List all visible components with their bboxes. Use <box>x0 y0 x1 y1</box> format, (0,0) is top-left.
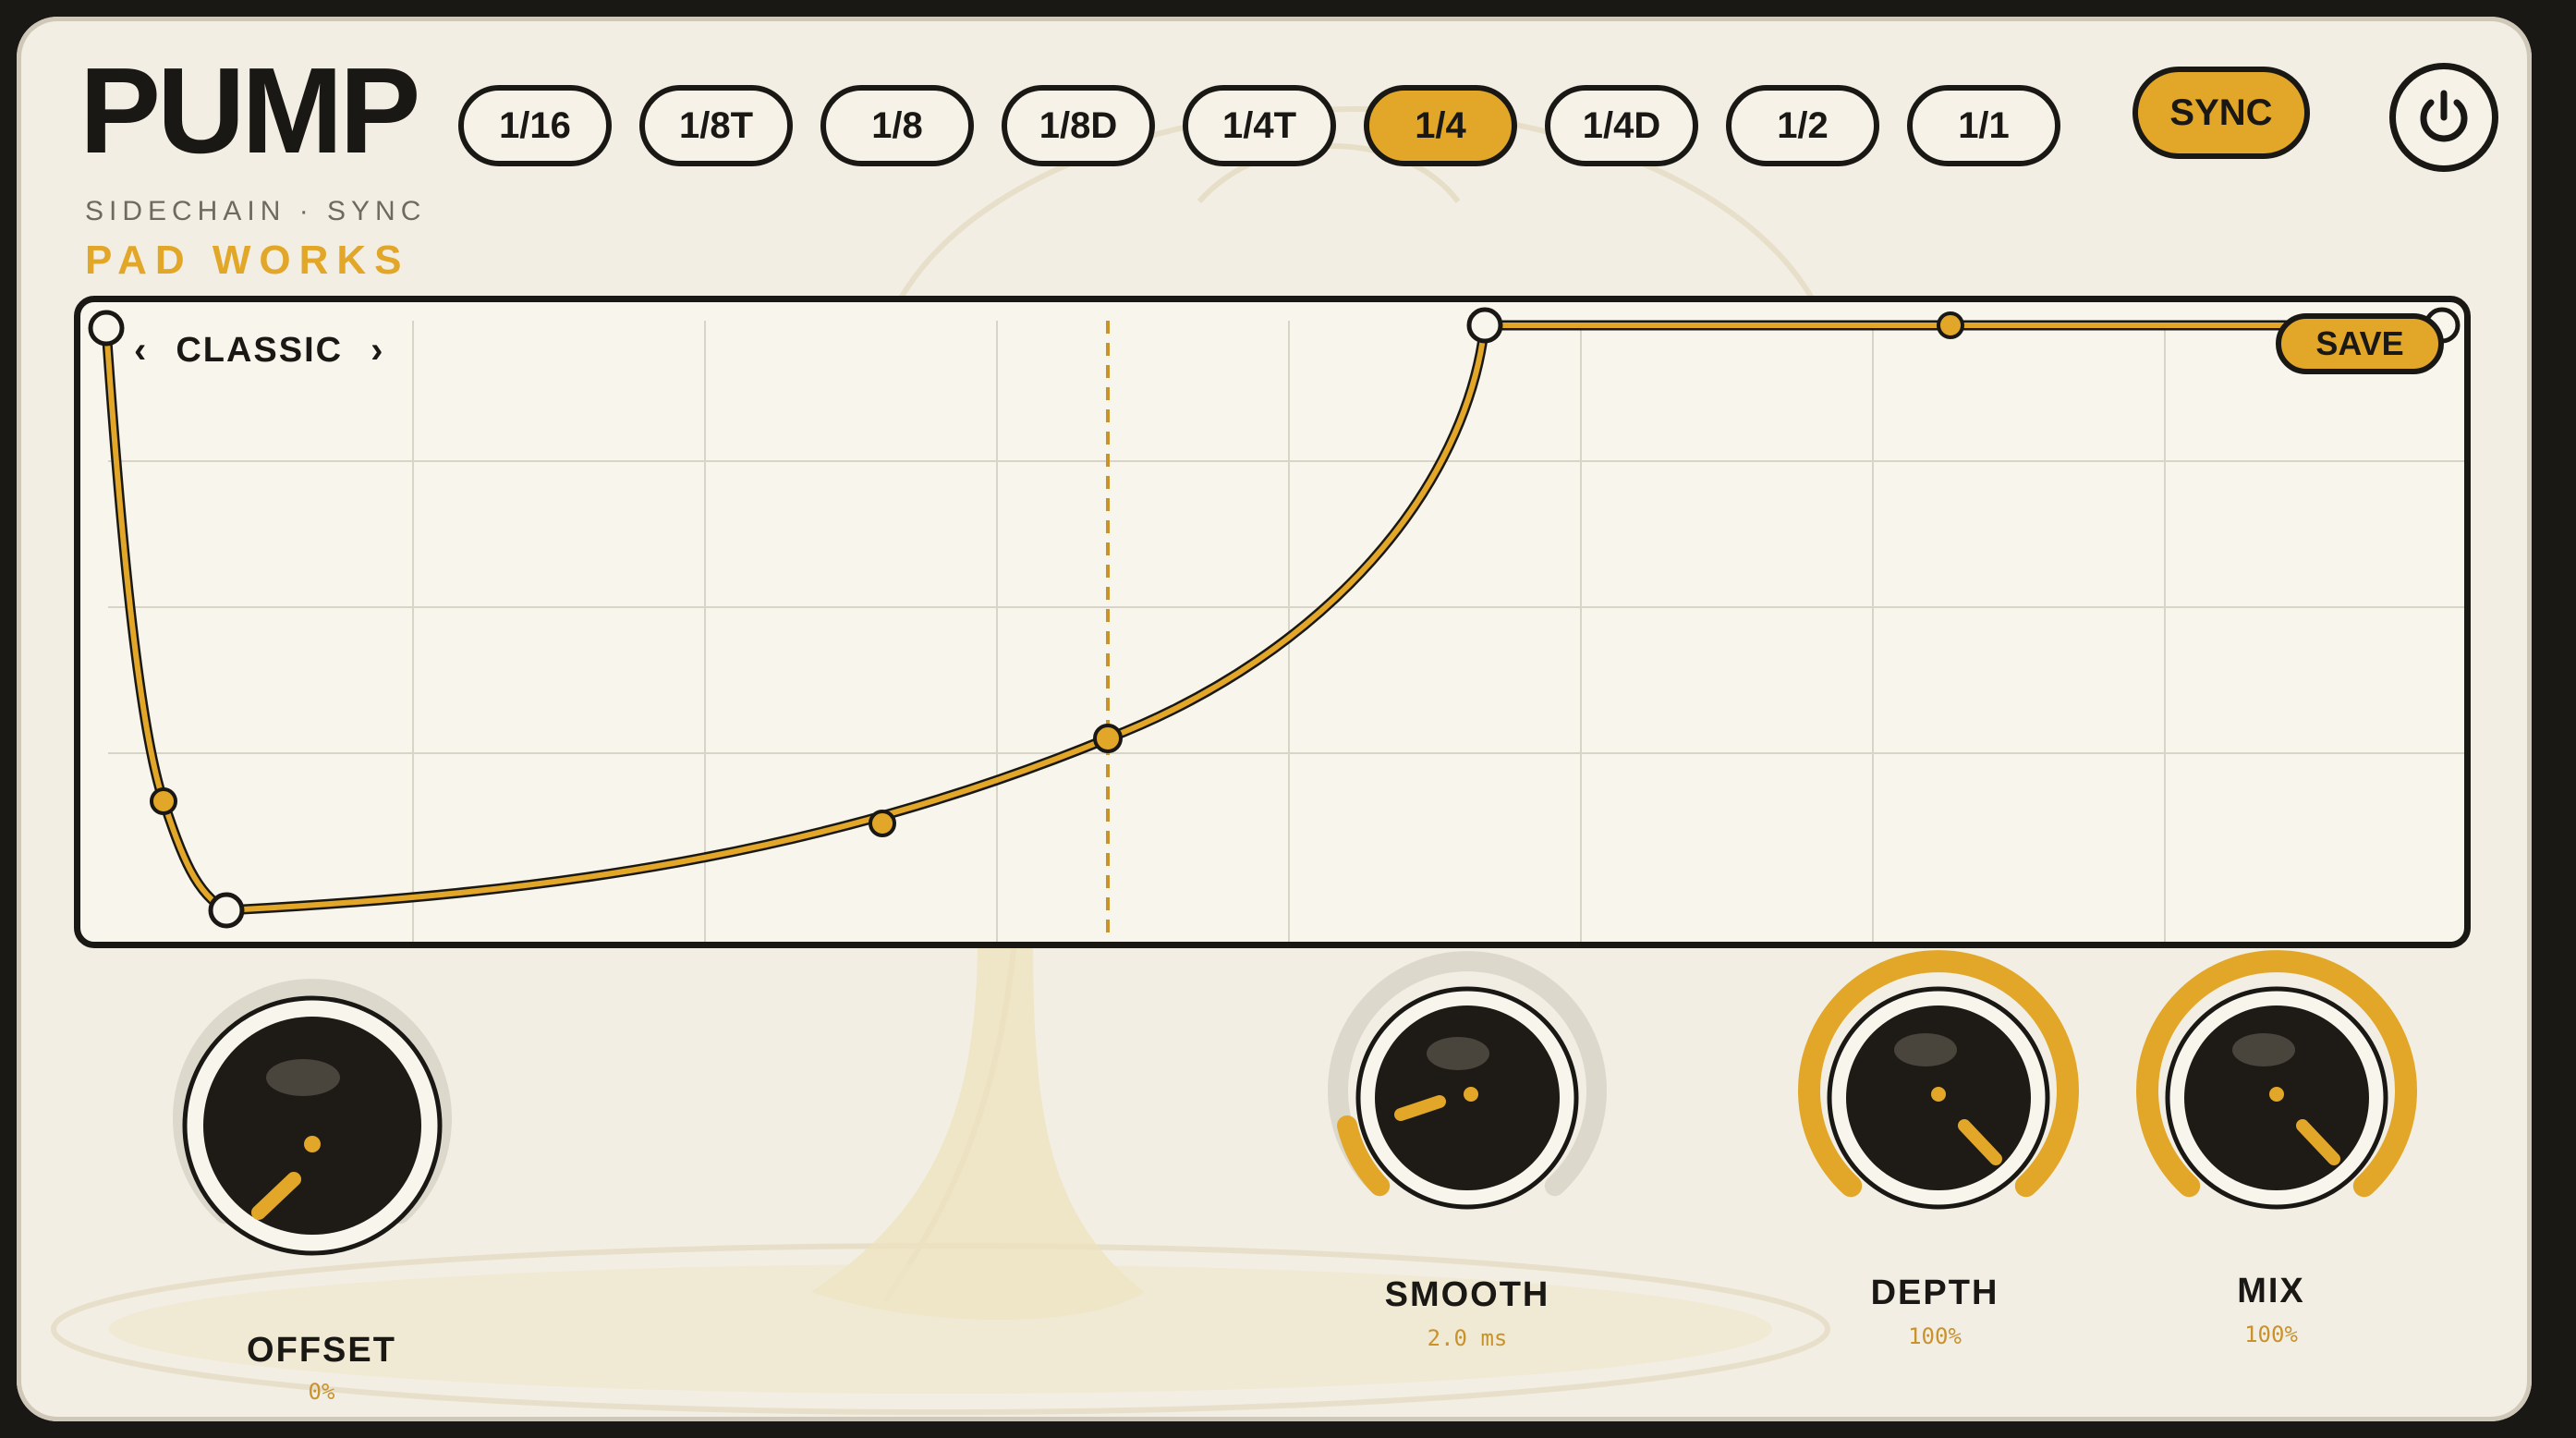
grid-lines <box>108 321 2464 942</box>
smooth-label: SMOOTH <box>1384 1275 1550 1314</box>
app-subtitle: SIDECHAIN · SYNC <box>85 196 427 226</box>
smooth-value: 2.0 ms <box>1427 1325 1508 1351</box>
sync-button[interactable]: SYNC <box>2132 67 2310 159</box>
preset-prev-button[interactable]: ‹ <box>134 330 148 372</box>
envelope-node[interactable] <box>1093 724 1123 753</box>
envelope-curve-outline <box>101 320 2414 916</box>
rate-button[interactable]: 1/2 <box>1726 85 1879 166</box>
mix-label: MIX <box>2237 1272 2305 1310</box>
smooth-knob[interactable] <box>1310 941 1624 1260</box>
envelope-curve <box>103 323 2412 913</box>
rate-button[interactable]: 1/4D <box>1545 85 1698 166</box>
envelope-editor[interactable]: ‹ CLASSIC › SAVE <box>74 296 2471 948</box>
offset-value: 0% <box>308 1379 335 1405</box>
rate-button[interactable]: 1/8T <box>639 85 793 166</box>
brand-name: PAD WORKS <box>85 238 410 283</box>
preset-selector: ‹ CLASSIC › <box>127 328 393 373</box>
offset-knob[interactable] <box>155 969 469 1287</box>
depth-label: DEPTH <box>1870 1273 1999 1312</box>
envelope-node[interactable] <box>88 310 125 347</box>
mix-value: 100% <box>2244 1322 2298 1347</box>
rate-button[interactable]: 1/16 <box>458 85 612 166</box>
curve-handle[interactable] <box>150 787 177 815</box>
curve-handle[interactable] <box>869 810 896 837</box>
envelope-node[interactable] <box>208 892 245 929</box>
offset-label: OFFSET <box>247 1331 396 1370</box>
rate-button[interactable]: 1/8D <box>1002 85 1155 166</box>
preset-name[interactable]: CLASSIC <box>176 331 343 371</box>
app-title: PUMP <box>79 43 420 178</box>
rate-button[interactable]: 1/4 <box>1364 85 1517 166</box>
envelope-canvas[interactable] <box>80 302 2464 942</box>
envelope-node[interactable] <box>1466 307 1503 344</box>
rate-button[interactable]: 1/1 <box>1907 85 2060 166</box>
depth-value: 100% <box>1908 1323 1962 1349</box>
plugin-panel: PUMP SIDECHAIN · SYNC PAD WORKS SYNC ‹ C… <box>17 17 2532 1421</box>
rate-button[interactable]: 1/8 <box>820 85 974 166</box>
depth-knob[interactable] <box>1781 941 2096 1260</box>
preset-next-button[interactable]: › <box>371 330 384 372</box>
curve-handle[interactable] <box>1937 311 1964 339</box>
power-button[interactable] <box>2389 63 2498 172</box>
rate-button[interactable]: 1/4T <box>1183 85 1336 166</box>
mix-knob[interactable] <box>2120 941 2434 1260</box>
save-preset-button[interactable]: SAVE <box>2276 313 2444 374</box>
power-icon <box>2420 90 2468 142</box>
